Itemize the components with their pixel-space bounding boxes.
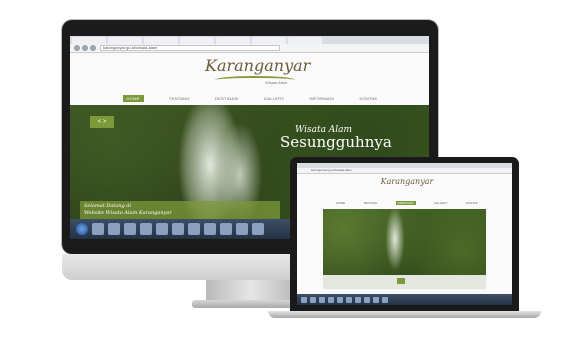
laptop-menu-item-gallery[interactable]: GALLERY [434,201,448,205]
browser-tab[interactable] [72,37,106,44]
back-icon[interactable] [74,45,80,51]
url-input[interactable]: karanganyar.go.id/wisata-alam [100,45,280,51]
taskbar-app-icon[interactable] [124,223,136,235]
menu-item-destinasi[interactable]: DESTINASI [215,96,239,101]
reload-icon[interactable] [90,45,96,51]
taskbar-explorer-icon[interactable] [92,223,104,235]
laptop-site-menu: HOME TENTANG DESTINASI GALLERY KONTAK [327,201,487,205]
taskbar-app-icon[interactable] [140,223,152,235]
menu-item-tentang[interactable]: TENTANG [169,96,190,101]
browser-tab[interactable] [288,37,322,44]
slider-nav-button[interactable]: < > [90,116,114,128]
taskbar-browser-icon[interactable] [108,223,120,235]
laptop-menu-item-destinasi[interactable]: DESTINASI [395,201,416,205]
macbook-screen: karanganyar.go.id/wisata-alam Karanganya… [297,163,512,305]
site-menu: HOME TENTANG DESTINASI GALLERY INFORMASI… [110,93,390,103]
laptop-strip-button[interactable] [397,278,405,284]
start-button-icon[interactable] [76,223,88,235]
taskbar-app-icon[interactable] [204,223,216,235]
hero-caption-line1: Selamat Datang di [84,203,132,209]
taskbar-app-icon[interactable] [156,223,168,235]
laptop-url-input[interactable]: karanganyar.go.id/wisata-alam [311,168,421,172]
laptop-windows-taskbar [297,294,512,305]
laptop-start-button-icon[interactable] [301,296,307,303]
laptop-taskbar-app-icon[interactable] [373,296,379,303]
hero-title-line2: Sesungguhnya [280,133,392,151]
menu-item-home[interactable]: HOME [122,94,144,102]
macbook-base [268,311,541,318]
laptop-taskbar-app-icon[interactable] [346,296,352,303]
taskbar-app-icon[interactable] [252,223,264,235]
browser-tab-bar [70,36,429,44]
browser-tab[interactable] [180,37,214,44]
laptop-taskbar-app-icon[interactable] [355,296,361,303]
menu-item-informasi[interactable]: INFORMASI [309,96,334,101]
taskbar-app-icon[interactable] [220,223,232,235]
taskbar-app-icon[interactable] [188,223,200,235]
laptop-site-logo[interactable]: Karanganyar [377,177,437,186]
laptop-hero-waterfall-image [323,209,486,275]
laptop-taskbar-app-icon[interactable] [382,296,388,303]
taskbar-app-icon[interactable] [172,223,184,235]
laptop-menu-item-tentang[interactable]: TENTANG [363,201,377,205]
taskbar-app-icon[interactable] [236,223,248,235]
browser-tab[interactable] [144,37,178,44]
laptop-taskbar-app-icon[interactable] [328,296,334,303]
site-logo-subtitle: Wisata Alam [265,80,288,85]
browser-tab[interactable] [216,37,250,44]
laptop-menu-item-home[interactable]: HOME [336,201,345,205]
laptop-taskbar-app-icon[interactable] [337,296,343,303]
menu-item-gallery[interactable]: GALLERY [264,96,284,101]
hero-caption: Selamat Datang di Website Wisata Alam Ka… [84,203,274,217]
menu-item-kontak[interactable]: KONTAK [359,96,377,101]
laptop-taskbar-app-icon[interactable] [310,296,316,303]
forward-icon[interactable] [82,45,88,51]
laptop-menu-item-kontak[interactable]: KONTAK [466,201,478,205]
browser-tab[interactable] [252,37,286,44]
browser-tab[interactable] [108,37,142,44]
laptop-taskbar-app-icon[interactable] [319,296,325,303]
laptop-taskbar-app-icon[interactable] [364,296,370,303]
hero-caption-line2: Website Wisata Alam Karanganyar [84,210,172,216]
